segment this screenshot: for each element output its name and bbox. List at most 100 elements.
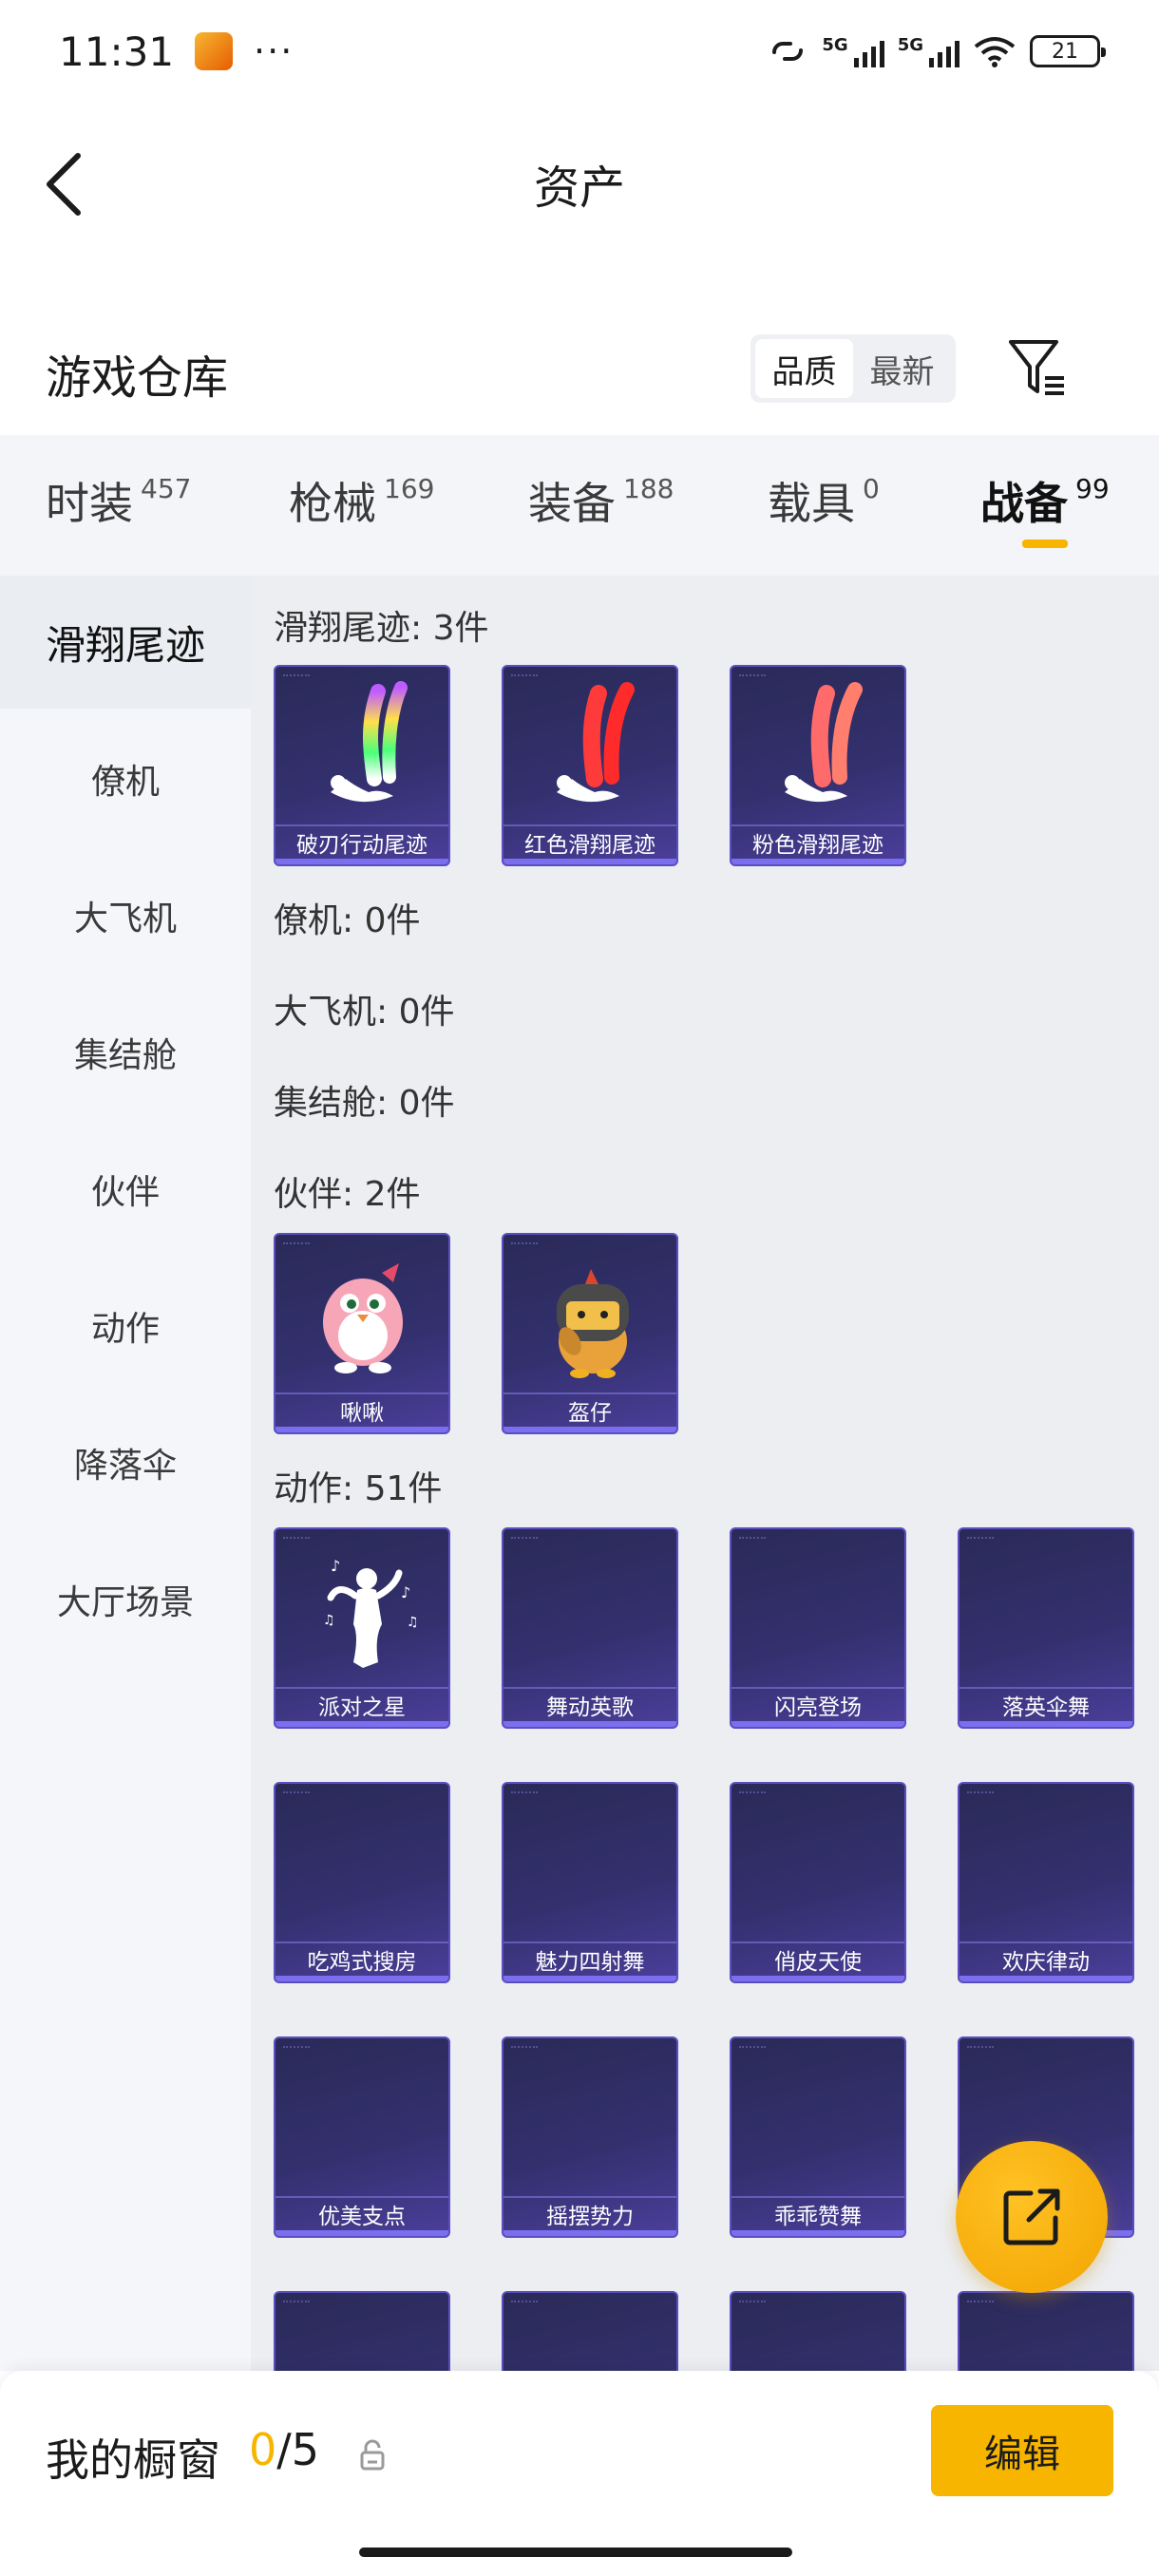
- tab-label: 装备: [528, 478, 616, 529]
- item-card[interactable]: 吃鸡式搜房: [274, 1782, 450, 1983]
- item-card[interactable]: 魅力四射舞: [502, 1782, 678, 1983]
- share-button[interactable]: [956, 2141, 1108, 2293]
- item-name: 啾啾: [276, 1392, 448, 1427]
- battery-icon: 21: [1030, 35, 1106, 67]
- wifi-icon: [974, 37, 1016, 67]
- signal-icon-1: 5G: [822, 35, 884, 67]
- tab-weapons[interactable]: 枪械 169: [289, 469, 434, 532]
- item-card[interactable]: 红色滑翔尾迹: [502, 665, 678, 866]
- item-card[interactable]: [958, 2291, 1134, 2371]
- item-card[interactable]: [502, 2291, 678, 2371]
- svg-text:♫: ♫: [323, 1613, 335, 1628]
- item-name: 乖乖赞舞: [732, 2196, 904, 2230]
- showcase-total: /5: [276, 2424, 320, 2475]
- svg-text:♪: ♪: [331, 1557, 340, 1575]
- warehouse-title: 游戏仓库: [46, 351, 229, 405]
- showcase-count: 0/5: [249, 2424, 319, 2475]
- warehouse-row: 游戏仓库 品质 最新: [0, 313, 1159, 427]
- edit-button[interactable]: 编辑: [931, 2405, 1113, 2496]
- tab-count: 0: [863, 473, 880, 504]
- tab-count: 99: [1075, 473, 1110, 504]
- showcase-current: 0: [249, 2424, 277, 2475]
- item-name: 红色滑翔尾迹: [504, 824, 676, 859]
- section-label-partners: 伙伴: 2件: [274, 1175, 421, 1214]
- tab-fashion[interactable]: 时装 457: [46, 469, 191, 532]
- tab-count: 169: [384, 473, 435, 504]
- filter-button[interactable]: [1007, 336, 1066, 399]
- item-card[interactable]: [730, 2291, 906, 2371]
- tab-vehicles[interactable]: 载具 0: [768, 469, 880, 532]
- item-card[interactable]: 啾啾: [274, 1233, 450, 1434]
- section-label-big-plane: 大飞机: 0件: [274, 993, 455, 1032]
- section-label-glide-trails: 滑翔尾迹: 3件: [274, 609, 489, 648]
- item-name: 落英伞舞: [960, 1687, 1132, 1721]
- item-name: 俏皮天使: [732, 1941, 904, 1976]
- bottom-bar: 我的橱窗 0/5 编辑: [0, 2371, 1159, 2576]
- signal-icon-2: 5G: [898, 35, 960, 67]
- item-card[interactable]: ♪ ♪ ♫ ♫ 派对之星: [274, 1527, 450, 1729]
- item-name: 吃鸡式搜房: [276, 1941, 448, 1976]
- red-trail-art: [557, 682, 635, 803]
- status-bar: 11:31 ··· 5G 5G 21: [0, 0, 1159, 103]
- item-card[interactable]: 优美支点: [274, 2036, 450, 2238]
- item-card[interactable]: 盔仔: [502, 1233, 678, 1434]
- tab-count: 457: [141, 473, 192, 504]
- item-card[interactable]: 摇摆势力: [502, 2036, 678, 2238]
- nav-header: 资产: [0, 112, 1159, 245]
- sidebar-item-parachute[interactable]: 降落伞: [0, 1396, 251, 1529]
- sidebar-item-partners[interactable]: 伙伴: [0, 1123, 251, 1256]
- item-name: 派对之星: [276, 1687, 448, 1721]
- tab-equipment[interactable]: 装备 188: [528, 469, 674, 532]
- item-card[interactable]: 乖乖赞舞: [730, 2036, 906, 2238]
- lock-icon: [360, 2439, 385, 2471]
- item-card[interactable]: 闪亮登场: [730, 1527, 906, 1729]
- external-link-icon: [1003, 2188, 1060, 2245]
- dancer-art: ♪ ♪ ♫ ♫: [323, 1557, 419, 1668]
- item-name: 摇摆势力: [504, 2196, 676, 2230]
- tab-label: 枪械: [289, 478, 376, 529]
- item-name: 盔仔: [504, 1392, 676, 1427]
- items-content: 滑翔尾迹: 3件 破刃行动尾迹 红色滑翔尾迹 粉色滑翔尾迹 僚机: 0件 大飞机…: [251, 576, 1159, 2371]
- more-notifications-icon: ···: [254, 30, 294, 72]
- tab-battle-gear[interactable]: 战备 99: [980, 469, 1110, 532]
- sort-newest-button[interactable]: 最新: [853, 339, 951, 398]
- section-label-wingman: 僚机: 0件: [274, 901, 421, 940]
- item-card[interactable]: 俏皮天使: [730, 1782, 906, 1983]
- app-badge-icon: [195, 32, 234, 70]
- item-name: 优美支点: [276, 2196, 448, 2230]
- sidebar-item-wingman[interactable]: 僚机: [0, 712, 251, 845]
- item-card[interactable]: 粉色滑翔尾迹: [730, 665, 906, 866]
- category-tabs: 时装 457 枪械 169 装备 188 载具 0 战备 99: [0, 435, 1159, 576]
- sidebar-item-rally-pod[interactable]: 集结舱: [0, 986, 251, 1119]
- item-name: 闪亮登场: [732, 1687, 904, 1721]
- item-name: 粉色滑翔尾迹: [732, 824, 904, 859]
- sidebar-item-big-plane[interactable]: 大飞机: [0, 849, 251, 982]
- tab-label: 时装: [46, 478, 133, 529]
- sidebar-item-glide-trails[interactable]: 滑翔尾迹: [0, 576, 251, 709]
- item-name: 舞动英歌: [504, 1687, 676, 1721]
- pink-bird-art: [323, 1263, 403, 1373]
- helmet-chick-art: [557, 1269, 629, 1378]
- tab-count: 188: [623, 473, 674, 504]
- battery-level: 21: [1052, 39, 1078, 64]
- link-icon: [772, 42, 804, 61]
- sidebar-item-lobby-scene[interactable]: 大厅场景: [0, 1533, 251, 1666]
- rainbow-trail-art: [331, 681, 408, 803]
- status-time: 11:31: [59, 28, 175, 75]
- sort-toggle: 品质 最新: [750, 334, 956, 403]
- pink-trail-art: [785, 682, 863, 803]
- svg-text:♫: ♫: [407, 1615, 419, 1630]
- sidebar-item-actions[interactable]: 动作: [0, 1260, 251, 1392]
- sort-quality-button[interactable]: 品质: [755, 339, 853, 398]
- item-name: 欢庆律动: [960, 1941, 1132, 1976]
- home-indicator[interactable]: [359, 2548, 792, 2557]
- tab-label: 载具: [768, 478, 855, 529]
- item-card[interactable]: [274, 2291, 450, 2371]
- section-label-rally-pod: 集结舱: 0件: [274, 1084, 455, 1123]
- sidebar: 滑翔尾迹 僚机 大飞机 集结舱 伙伴 动作 降落伞 大厅场景: [0, 576, 251, 2371]
- item-card[interactable]: 破刃行动尾迹: [274, 665, 450, 866]
- item-name: 魅力四射舞: [504, 1941, 676, 1976]
- item-card[interactable]: 欢庆律动: [958, 1782, 1134, 1983]
- item-card[interactable]: 落英伞舞: [958, 1527, 1134, 1729]
- item-card[interactable]: 舞动英歌: [502, 1527, 678, 1729]
